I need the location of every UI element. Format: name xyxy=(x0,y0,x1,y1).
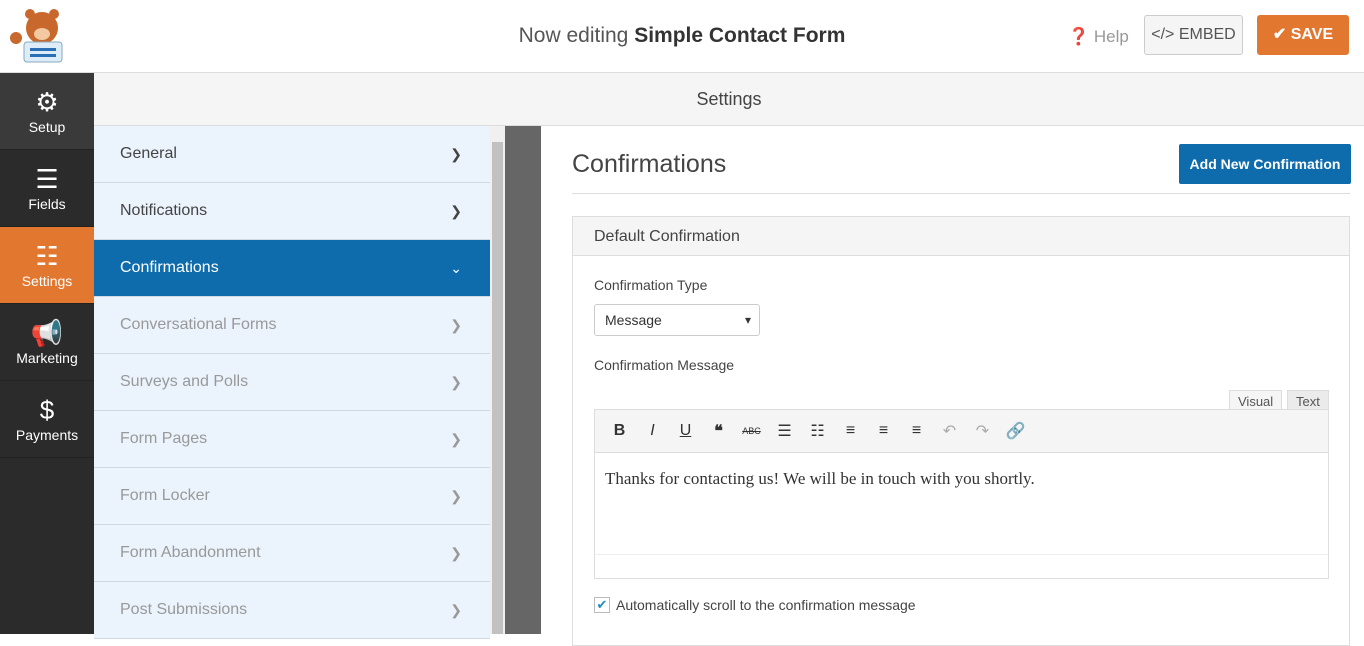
embed-button[interactable]: </> EMBED xyxy=(1144,15,1243,55)
sidebar-item-fields[interactable]: ☰ Fields xyxy=(0,150,94,227)
panel-item-surveys-polls[interactable]: Surveys and Polls ❯ xyxy=(94,354,490,411)
section-title: Confirmations xyxy=(572,150,727,178)
tab-visual[interactable]: Visual xyxy=(1229,390,1283,410)
chevron-down-icon: ▾ xyxy=(744,313,751,327)
checkbox-checked-icon[interactable]: ✔ xyxy=(594,597,610,613)
panel-item-post-submissions[interactable]: Post Submissions ❯ xyxy=(94,582,490,639)
help-link[interactable]: ❓ Help xyxy=(1068,27,1129,47)
blockquote-icon[interactable]: ❝ xyxy=(702,421,735,441)
bullet-list-icon[interactable]: ☰ xyxy=(768,421,801,441)
chevron-right-icon: ❯ xyxy=(450,317,462,333)
numbered-list-icon[interactable]: ☷ xyxy=(801,421,834,441)
sidebar-item-settings[interactable]: ☷ Settings xyxy=(0,227,94,304)
chevron-right-icon: ❯ xyxy=(450,146,462,162)
sidebar-item-setup[interactable]: ⚙ Setup xyxy=(0,73,94,150)
bold-icon[interactable]: B xyxy=(603,422,636,440)
panel-item-form-locker[interactable]: Form Locker ❯ xyxy=(94,468,490,525)
editor-toolbar: B I U ❝ ABC ☰ ☷ ≡ ≡ ≡ ↶ ↷ 🔗 xyxy=(594,409,1329,453)
panel-item-notifications[interactable]: Notifications ❯ xyxy=(94,183,490,240)
confirmation-type-select[interactable]: Message ▾ xyxy=(594,304,760,336)
megaphone-icon: 📢 xyxy=(30,318,64,348)
chevron-right-icon: ❯ xyxy=(450,545,462,561)
sliders-icon: ☷ xyxy=(35,241,59,271)
chevron-down-icon: ⌄ xyxy=(450,260,462,276)
divider xyxy=(505,126,541,634)
sidebar-item-payments[interactable]: $ Payments xyxy=(0,381,94,458)
sidebar-item-marketing[interactable]: 📢 Marketing xyxy=(0,304,94,381)
builder-sidebar: ⚙ Setup ☰ Fields ☷ Settings 📢 Marketing $ Pay… xyxy=(0,73,94,634)
chevron-right-icon: ❯ xyxy=(450,431,462,447)
confirmation-message-label: Confirmation Message xyxy=(594,357,735,373)
panel-item-general[interactable]: General ❯ xyxy=(94,126,490,183)
confirmation-box-title[interactable]: Default Confirmation xyxy=(573,217,1349,256)
panel-scrollbar[interactable] xyxy=(490,126,505,634)
panel-item-form-pages[interactable]: Form Pages ❯ xyxy=(94,411,490,468)
chevron-right-icon: ❯ xyxy=(450,488,462,504)
divider xyxy=(572,193,1350,194)
underline-icon[interactable]: U xyxy=(669,422,702,440)
gear-icon: ⚙ xyxy=(35,87,59,117)
align-center-icon[interactable]: ≡ xyxy=(867,422,900,440)
dollar-icon: $ xyxy=(39,395,55,425)
confirmation-box: Default Confirmation Confirmation Type M… xyxy=(572,216,1350,646)
top-bar: Now editing Simple Contact Form ❓ Help <… xyxy=(0,0,1364,73)
message-editor[interactable]: Thanks for contacting us! We will be in … xyxy=(594,453,1329,579)
help-icon: ❓ xyxy=(1068,27,1090,46)
confirmation-type-label: Confirmation Type xyxy=(594,277,708,293)
tab-text[interactable]: Text xyxy=(1287,390,1329,410)
chevron-right-icon: ❯ xyxy=(450,203,462,219)
add-new-confirmation-button[interactable]: Add New Confirmation xyxy=(1179,144,1351,184)
editor-resize-handle[interactable] xyxy=(595,554,1328,578)
settings-header: Settings xyxy=(94,73,1364,126)
confirmations-content: Confirmations Add New Confirmation Defau… xyxy=(541,126,1364,646)
strikethrough-icon[interactable]: ABC xyxy=(735,426,768,436)
settings-panel-list: General ❯ Notifications ❯ Confirmations ⌄ C… xyxy=(94,126,490,639)
auto-scroll-checkbox[interactable]: ✔ Automatically scroll to the confirmatio… xyxy=(594,597,916,613)
list-icon: ☰ xyxy=(35,164,59,194)
scrollbar-thumb[interactable] xyxy=(492,142,503,634)
undo-icon[interactable]: ↶ xyxy=(933,421,966,441)
panel-item-confirmations[interactable]: Confirmations ⌄ xyxy=(94,240,490,297)
italic-icon[interactable]: I xyxy=(636,422,669,440)
panel-item-form-abandonment[interactable]: Form Abandonment ❯ xyxy=(94,525,490,582)
panel-item-conversational-forms[interactable]: Conversational Forms ❯ xyxy=(94,297,490,354)
link-icon[interactable]: 🔗 xyxy=(999,421,1032,441)
align-left-icon[interactable]: ≡ xyxy=(834,422,867,440)
chevron-right-icon: ❯ xyxy=(450,374,462,390)
save-button[interactable]: ✔ SAVE xyxy=(1257,15,1349,55)
chevron-right-icon: ❯ xyxy=(450,602,462,618)
redo-icon[interactable]: ↷ xyxy=(966,421,999,441)
align-right-icon[interactable]: ≡ xyxy=(900,422,933,440)
